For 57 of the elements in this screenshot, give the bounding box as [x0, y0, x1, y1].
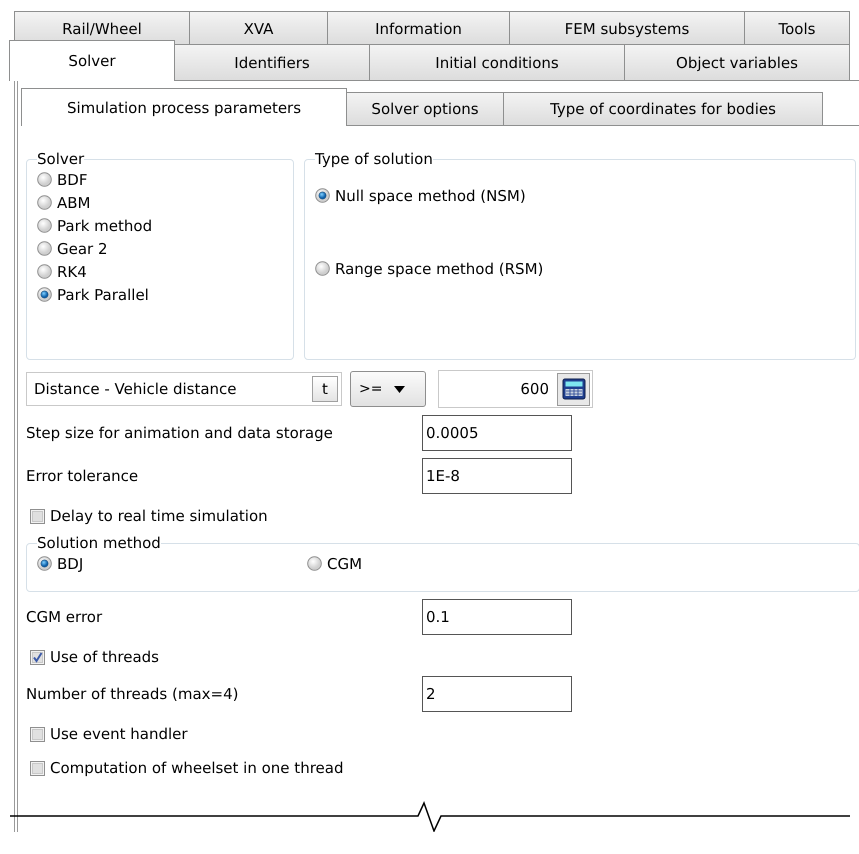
- radio-button[interactable]: [37, 264, 52, 279]
- radio-label: Gear 2: [57, 240, 108, 258]
- field-label: Step size for animation and data storage: [26, 424, 334, 442]
- input-field[interactable]: 0.1: [422, 598, 572, 634]
- checkbox-label: Use event handler: [50, 725, 188, 743]
- variable-field[interactable]: Distance - Vehicle distance t: [26, 372, 342, 406]
- tab[interactable]: Solver options: [346, 92, 504, 125]
- radio-label: ABM: [57, 194, 90, 212]
- checkbox[interactable]: [30, 760, 45, 776]
- radio-button[interactable]: [307, 556, 322, 571]
- tab[interactable]: Initial conditions: [369, 44, 625, 80]
- variable-button[interactable]: t: [312, 376, 338, 402]
- radio-button[interactable]: [37, 218, 52, 233]
- group-title: Solution method: [37, 534, 161, 552]
- tab[interactable]: Simulation process parameters: [21, 88, 347, 126]
- group-title: Type of solution: [315, 150, 433, 168]
- field-label: CGM error: [26, 608, 104, 626]
- checkbox[interactable]: [30, 508, 45, 524]
- checkbox-label: Computation of wheelset in one thread: [50, 759, 344, 777]
- radio-button[interactable]: [37, 287, 52, 302]
- radio-label: Park Parallel: [57, 286, 149, 304]
- radio-label: Range space method (RSM): [335, 260, 544, 278]
- group-title: Solver: [37, 150, 84, 168]
- tab[interactable]: FEM subsystems: [509, 11, 745, 44]
- radio-label: RK4: [57, 262, 87, 280]
- radio-label: CGM: [327, 554, 362, 572]
- checkbox[interactable]: [30, 726, 45, 742]
- radio-label: Null space method (NSM): [335, 186, 526, 204]
- radio-button[interactable]: [37, 556, 52, 571]
- value-field[interactable]: 600: [438, 370, 593, 408]
- field-label: Error tolerance: [26, 466, 140, 484]
- checkbox-label: Delay to real time simulation: [50, 507, 268, 525]
- calculator-icon: [562, 378, 586, 400]
- input-field[interactable]: 2: [422, 676, 572, 712]
- tab[interactable]: Information: [327, 11, 510, 44]
- tab[interactable]: Object variables: [624, 44, 850, 80]
- radio-button[interactable]: [37, 195, 52, 210]
- radio-label: Park method: [57, 216, 152, 234]
- radio-button[interactable]: [315, 261, 330, 276]
- caret-icon: [394, 386, 406, 392]
- checkbox[interactable]: [30, 650, 45, 664]
- calculator-button[interactable]: [557, 372, 590, 406]
- input-field[interactable]: 0.0005: [422, 414, 572, 450]
- tab[interactable]: XVA: [189, 11, 328, 44]
- radio-label: BDF: [57, 170, 88, 188]
- radio-button[interactable]: [315, 188, 330, 203]
- operator-dropdown[interactable]: >=: [350, 371, 426, 407]
- radio-button[interactable]: [37, 172, 52, 187]
- tab[interactable]: Solver: [9, 40, 175, 81]
- radio-label: BDJ: [57, 554, 84, 572]
- radio-button[interactable]: [37, 241, 52, 256]
- field-label: Number of threads (max=4): [26, 684, 240, 702]
- input-field[interactable]: 1E-8: [422, 458, 572, 494]
- tab[interactable]: Identifiers: [174, 44, 370, 80]
- tab[interactable]: Tools: [744, 11, 850, 44]
- tab[interactable]: Type of coordinates for bodies: [503, 92, 823, 125]
- checkbox-label: Use of threads: [50, 648, 159, 666]
